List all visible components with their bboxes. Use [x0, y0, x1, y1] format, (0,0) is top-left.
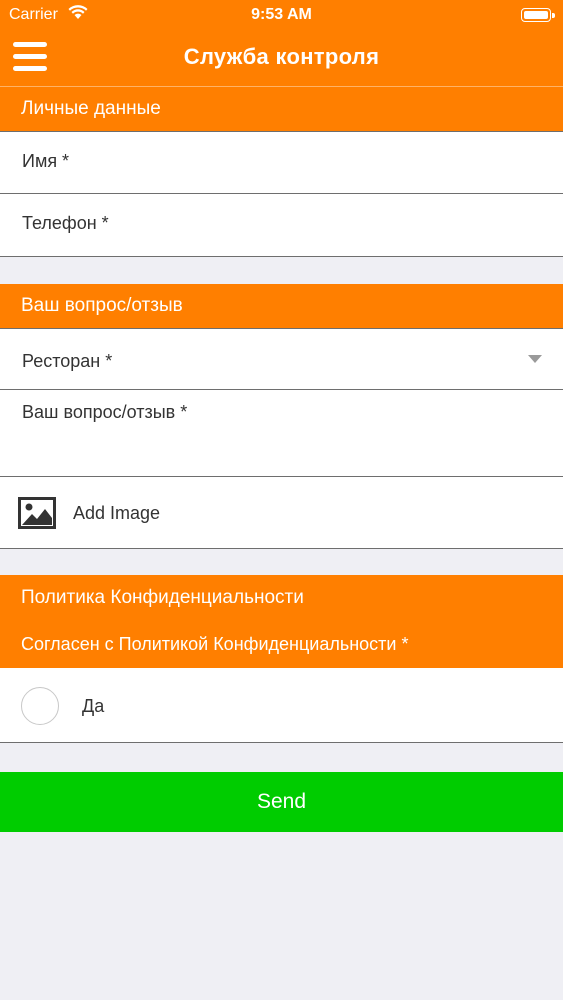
clock: 9:53 AM [251, 6, 312, 23]
agree-yes-label: Да [82, 696, 105, 716]
add-image-button[interactable]: Add Image [0, 477, 563, 549]
phone-field[interactable]: Телефон * [0, 194, 563, 257]
question-placeholder: Ваш вопрос/отзыв * [22, 402, 188, 422]
page-title: Служба контроля [183, 44, 380, 69]
agree-radio[interactable] [21, 687, 59, 725]
phone-placeholder: Телефон * [22, 213, 109, 233]
battery-icon [521, 8, 551, 22]
privacy-agree-label: Согласен с Политикой Конфиденциальности … [21, 634, 409, 654]
name-field[interactable]: Имя * [0, 131, 563, 194]
privacy-agree-option[interactable]: Да [0, 668, 563, 743]
restaurant-placeholder: Ресторан * [22, 351, 113, 371]
navigation-bar: Служба контроля [0, 30, 563, 86]
name-placeholder: Имя * [22, 151, 70, 171]
privacy-title: Политика Конфиденциальности [21, 587, 304, 608]
restaurant-select[interactable]: Ресторан * [0, 328, 563, 390]
chevron-down-icon [528, 355, 542, 363]
image-icon [18, 497, 56, 529]
section-header-question: Ваш вопрос/отзыв [0, 284, 563, 328]
question-textarea[interactable]: Ваш вопрос/отзыв * [0, 390, 563, 477]
battery-tip [552, 13, 555, 18]
section-header-personal: Личные данные [0, 87, 563, 131]
status-bar: Carrier 9:53 AM [0, 0, 563, 30]
section-header-privacy: Политика Конфиденциальности Согласен с П… [0, 575, 563, 668]
add-image-label: Add Image [73, 503, 161, 523]
send-button[interactable]: Send [0, 772, 563, 832]
